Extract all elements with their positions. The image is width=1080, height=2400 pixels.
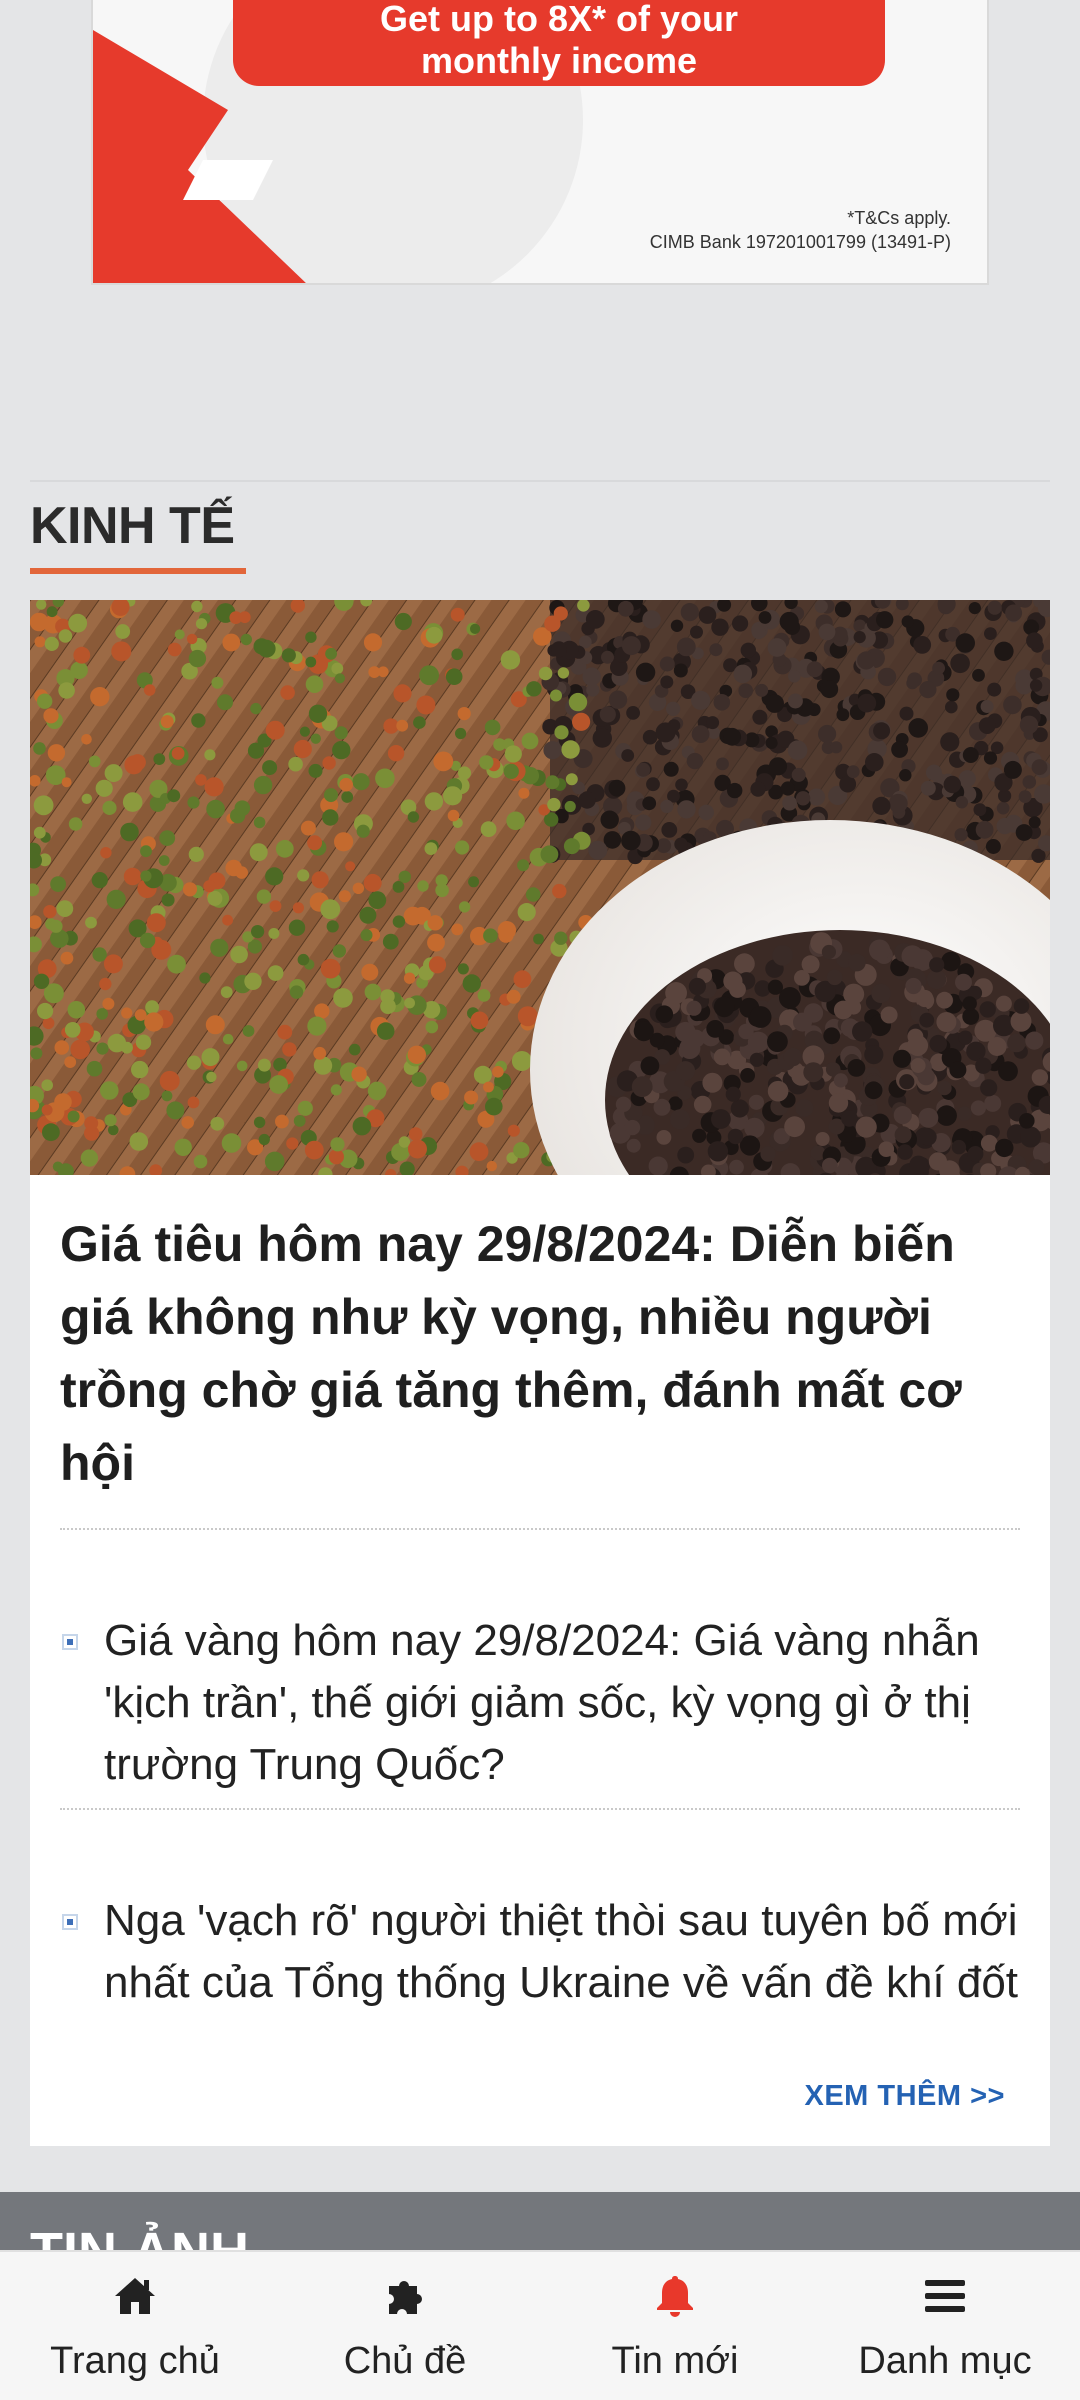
ad-registration: CIMB Bank 197201001799 (13491-P) [649, 232, 951, 252]
ad-cta-line1: Get up to 8X* of your [379, 0, 738, 39]
section-title-underline [30, 568, 246, 574]
section-divider [30, 480, 1050, 482]
section-title[interactable]: KINH TẾ [30, 492, 235, 560]
see-more-link[interactable]: XEM THÊM >> [805, 2080, 1006, 2113]
related-article[interactable]: Nga 'vạch rõ' người thiệt thòi sau tuyên… [60, 1890, 1020, 2014]
separator [60, 1528, 1020, 1530]
separator [60, 1808, 1020, 1810]
menu-icon [925, 2280, 965, 2312]
pepper-photo [30, 600, 1050, 1175]
ad-cta[interactable]: Get up to 8X* of your monthly income [233, 0, 885, 86]
lead-article-headline[interactable]: Giá tiêu hôm nay 29/8/2024: Diễn biến gi… [60, 1208, 1020, 1500]
home-icon [115, 2278, 155, 2314]
nav-home[interactable]: Trang chủ [0, 2252, 270, 2400]
related-article-title: Nga 'vạch rõ' người thiệt thòi sau tuyên… [104, 1896, 1019, 2007]
ad-fine-print: *T&Cs apply. CIMB Bank 197201001799 (134… [650, 206, 951, 254]
related-article[interactable]: Giá vàng hôm nay 29/8/2024: Giá vàng nhẫ… [60, 1610, 1020, 1796]
news-card: Giá tiêu hôm nay 29/8/2024: Diễn biến gi… [30, 600, 1050, 2146]
nav-topics[interactable]: Chủ đề [270, 2252, 540, 2400]
bullet-icon [62, 1634, 78, 1650]
ad-cta-line2: monthly income [420, 40, 698, 81]
related-article-title: Giá vàng hôm nay 29/8/2024: Giá vàng nhẫ… [104, 1616, 980, 1789]
nav-categories-label: Danh mục [858, 2340, 1032, 2382]
nav-topics-label: Chủ đề [343, 2340, 467, 2382]
nav-categories[interactable]: Danh mục [810, 2252, 1080, 2400]
bell-icon [657, 2276, 693, 2317]
nav-latest[interactable]: Tin mới [540, 2252, 810, 2400]
puzzle-icon [389, 2280, 422, 2314]
ad-banner[interactable]: Get up to 8X* of your monthly income *T&… [91, 0, 989, 285]
page: Get up to 8X* of your monthly income *T&… [0, 0, 1080, 2400]
nav-latest-label: Tin mới [611, 2340, 739, 2382]
lead-article-image[interactable] [30, 600, 1050, 1175]
bullet-icon [62, 1914, 78, 1930]
nav-home-label: Trang chủ [50, 2340, 220, 2382]
ad-terms: *T&Cs apply. [847, 208, 951, 228]
bottom-navigation: Trang chủ Chủ đề Tin mới Danh mục [0, 2250, 1080, 2400]
